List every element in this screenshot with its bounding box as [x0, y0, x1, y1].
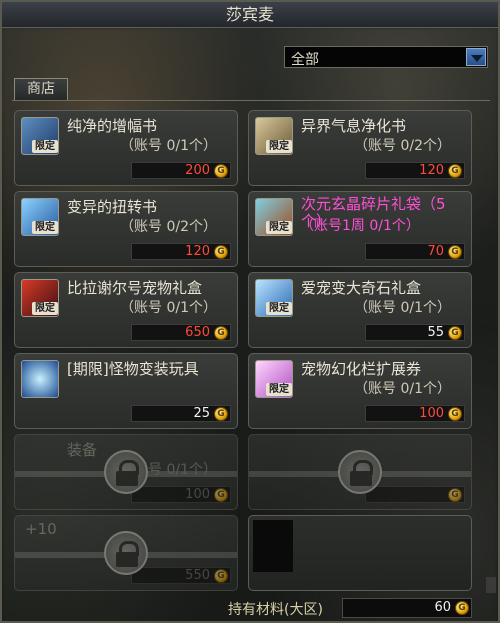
gold-coin-icon: G — [448, 164, 462, 178]
monster-toy-icon — [21, 360, 59, 398]
item-name: 异界气息净化书 — [301, 117, 407, 135]
price-field: 100 G — [365, 405, 465, 422]
item-price: 200 — [185, 163, 210, 178]
price-field: 100 G — [131, 486, 231, 503]
item-limit: （账号 0/2个） — [120, 219, 217, 235]
item-price: 100 — [185, 487, 210, 502]
locked-item-card: G — [248, 434, 472, 510]
item-name: 宠物幻化栏扩展券 — [301, 360, 422, 378]
item-limit: （账号 0/1个） — [120, 138, 217, 154]
price-field: 25 G — [131, 405, 231, 422]
shop-window: 莎宾麦 全部 商店 限定 纯净的增幅书 （账号 0/1个） 200 G 限定 异… — [0, 0, 500, 623]
item-price: 70 — [427, 244, 444, 259]
dropdown-arrow-icon[interactable] — [466, 48, 486, 66]
gold-coin-icon: G — [448, 245, 462, 259]
blue-ball-icon: 限定 — [21, 198, 59, 236]
limited-badge: 限定 — [266, 221, 292, 234]
price-field: 200 G — [131, 162, 231, 179]
limited-badge: 限定 — [32, 140, 58, 153]
item-price: 650 — [185, 325, 210, 340]
shop-item-card[interactable]: 限定 纯净的增幅书 （账号 0/1个） 200 G — [14, 110, 238, 186]
price-field: 55 G — [365, 324, 465, 341]
shop-item-card[interactable]: 限定 比拉谢尔号宠物礼盒 （账号 0/1个） 650 G — [14, 272, 238, 348]
item-limit: （账号 0/1个） — [120, 300, 217, 316]
price-field: 650 G — [131, 324, 231, 341]
limited-badge: 限定 — [32, 221, 58, 234]
price-field: G — [365, 486, 465, 503]
gold-coin-icon: G — [448, 326, 462, 340]
price-field: 70 G — [365, 243, 465, 260]
gold-coin-icon: G — [214, 407, 228, 421]
item-name: +10 — [25, 520, 57, 538]
item-price: 120 — [185, 244, 210, 259]
bag-icon: 限定 — [255, 198, 293, 236]
category-dropdown[interactable]: 全部 — [284, 46, 488, 68]
gold-coin-icon: G — [214, 164, 228, 178]
window-title: 莎宾麦 — [2, 2, 498, 28]
gold-coin-icon: G — [214, 326, 228, 340]
item-limit: （账号 0/1个） — [354, 300, 451, 316]
item-name: [期限]怪物变装玩具 — [67, 360, 199, 378]
shop-item-card[interactable]: 限定 变异的扭转书 （账号 0/2个） 120 G — [14, 191, 238, 267]
empty-slot — [253, 520, 293, 572]
item-price: 550 — [185, 568, 210, 583]
hat-icon: 限定 — [21, 117, 59, 155]
gold-coin-icon: G — [455, 601, 469, 615]
gold-coin-icon: G — [214, 488, 228, 502]
empty-item-card — [248, 515, 472, 591]
item-name: 爱宠变大奇石礼盒 — [301, 279, 422, 297]
ticket-icon: 限定 — [255, 360, 293, 398]
lock-icon — [338, 450, 382, 494]
scrollbar[interactable] — [486, 577, 496, 593]
gold-coin-icon: G — [448, 488, 462, 502]
price-field: 120 G — [365, 162, 465, 179]
price-field: 120 G — [131, 243, 231, 260]
item-name: 纯净的增幅书 — [67, 117, 158, 135]
lock-icon — [104, 531, 148, 575]
gold-coin-icon: G — [214, 245, 228, 259]
pet-box-icon: 限定 — [21, 279, 59, 317]
item-limit: （账号 0/2个） — [354, 138, 451, 154]
material-field: 60 G — [342, 598, 472, 618]
shop-item-card[interactable]: 限定 异界气息净化书 （账号 0/2个） 120 G — [248, 110, 472, 186]
gold-coin-icon: G — [214, 569, 228, 583]
locked-item-card: 装备 （账号 0/1个） 100 G — [14, 434, 238, 510]
item-price: 100 — [419, 406, 444, 421]
item-name: 装备 — [67, 441, 98, 459]
material-value: 60 — [434, 600, 451, 615]
item-price: 55 — [427, 325, 444, 340]
gift-box-icon: 限定 — [255, 279, 293, 317]
shop-item-card[interactable]: 限定 爱宠变大奇石礼盒 （账号 0/1个） 55 G — [248, 272, 472, 348]
limited-badge: 限定 — [266, 383, 292, 396]
limited-badge: 限定 — [266, 302, 292, 315]
gold-coin-icon: G — [448, 407, 462, 421]
locked-item-card: +10 550 G — [14, 515, 238, 591]
limited-badge: 限定 — [266, 140, 292, 153]
price-field: 550 G — [131, 567, 231, 584]
material-label: 持有材料(大区) — [228, 602, 323, 618]
item-limit: （账号1周 0/1个） — [300, 218, 420, 234]
item-price: 120 — [419, 163, 444, 178]
item-limit: （账号 0/1个） — [354, 381, 451, 397]
item-name: 比拉谢尔号宠物礼盒 — [67, 279, 203, 297]
category-selected: 全部 — [291, 52, 319, 68]
scroll-icon: 限定 — [255, 117, 293, 155]
shop-item-card[interactable]: [期限]怪物变装玩具 25 G — [14, 353, 238, 429]
item-price: 25 — [193, 406, 210, 421]
shop-item-card[interactable]: 限定 宠物幻化栏扩展券 （账号 0/1个） 100 G — [248, 353, 472, 429]
item-name: 变异的扭转书 — [67, 198, 158, 216]
lock-icon — [104, 450, 148, 494]
limited-badge: 限定 — [32, 302, 58, 315]
tab-shop[interactable]: 商店 — [14, 78, 68, 100]
